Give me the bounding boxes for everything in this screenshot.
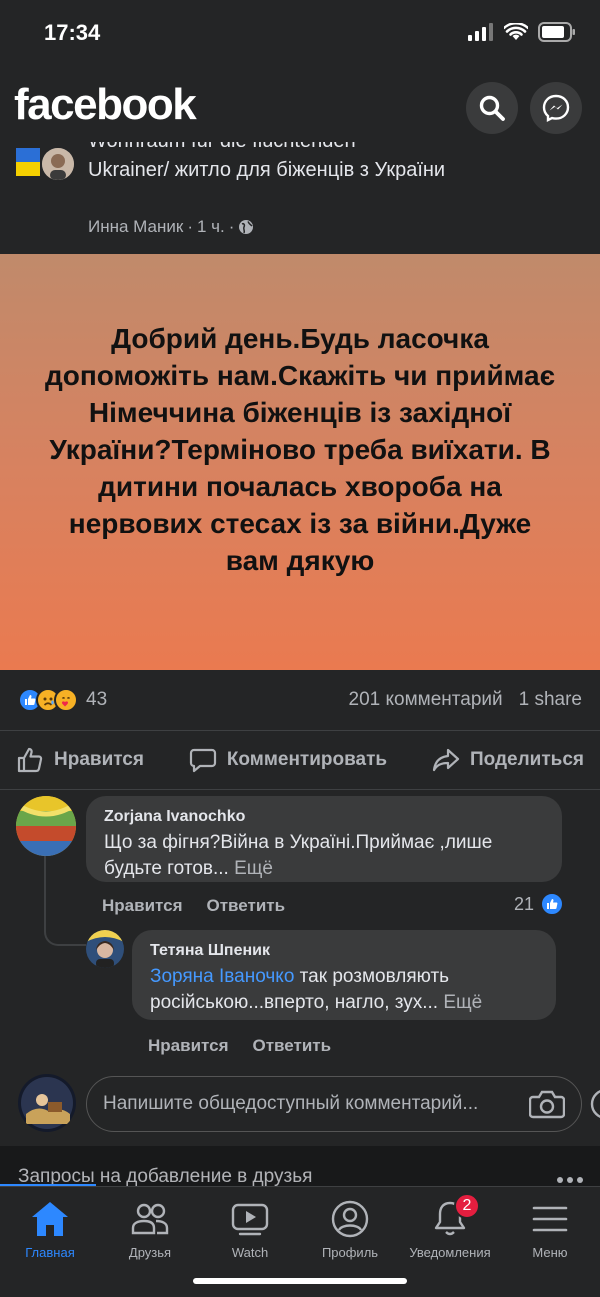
my-avatar[interactable] (18, 1074, 76, 1132)
post-background[interactable]: Добрий день.Будь ласочка допоможіть нам.… (0, 254, 600, 670)
mention-link[interactable]: Зоряна Іваночко (150, 966, 294, 987)
tab-label: Уведомления (409, 1245, 491, 1260)
globe-icon (239, 220, 254, 234)
comment-like-button[interactable]: Нравится (102, 896, 183, 916)
tab-profile[interactable]: Профиль (300, 1199, 400, 1260)
comment-input[interactable]: Напишите общедоступный комментарий... (86, 1076, 582, 1132)
tab-label: Watch (231, 1245, 269, 1260)
camera-icon[interactable] (529, 1089, 565, 1119)
comment-bubble-icon (189, 748, 216, 773)
comment-reply-button[interactable]: Ответить (207, 896, 286, 916)
meta-separator: · (228, 217, 235, 236)
reaction-icons[interactable] (18, 688, 78, 712)
tab-notifications[interactable]: 2 Уведомления (400, 1193, 500, 1260)
comment-text: Що за фігня?Війна в Україні.Приймає ,лиш… (104, 830, 544, 882)
home-indicator[interactable] (193, 1278, 407, 1284)
watch-icon (231, 1203, 269, 1236)
emoji-icon[interactable] (590, 1088, 600, 1120)
tab-friends[interactable]: Друзья (100, 1199, 200, 1260)
tab-watch[interactable]: Watch (200, 1199, 300, 1260)
search-button[interactable] (466, 82, 518, 134)
battery-icon (538, 22, 575, 42)
care-reaction-icon (54, 688, 78, 712)
friend-requests-section: Запросы на добавление в друзья (0, 1146, 600, 1187)
reply-thread-line (44, 850, 86, 946)
post-actions: Нравится Комментировать Поделиться (0, 730, 600, 790)
see-more-link[interactable]: Ещё (234, 858, 273, 879)
signal-icon (468, 23, 493, 41)
wifi-icon (504, 23, 528, 40)
comment-actions: Нравится Ответить (102, 896, 285, 916)
tab-label: Меню (532, 1245, 568, 1260)
comment-author-name[interactable]: Zorjana Ivanochko (104, 808, 544, 826)
comment-like-count[interactable]: 21 (514, 892, 565, 916)
tab-home[interactable]: Главная (0, 1199, 100, 1260)
reply-reply-button[interactable]: Ответить (253, 1036, 332, 1056)
commenter-avatar[interactable] (16, 796, 76, 856)
meta-separator: · (187, 217, 193, 236)
messenger-icon (542, 94, 570, 122)
tab-menu[interactable]: Меню (500, 1199, 600, 1260)
comment-button[interactable]: Комментировать (189, 746, 387, 774)
like-label: Нравится (54, 749, 144, 770)
friends-icon (131, 1203, 169, 1235)
post-stats: 43 201 комментарий 1 share (0, 670, 600, 730)
reply-author-name[interactable]: Тетяна Шпеник (150, 942, 538, 960)
profile-icon (331, 1200, 369, 1238)
feed-post: Wohnraum für die flüchtenden Ukrainer/ ж… (0, 142, 600, 1210)
thumbs-up-icon (17, 747, 43, 773)
reply-avatar[interactable] (86, 930, 124, 968)
status-time: 17:34 (44, 20, 101, 45)
comment-input-placeholder: Напишите общедоступный комментарий... (103, 1093, 479, 1114)
like-reaction-icon (540, 892, 565, 916)
comments-count[interactable]: 201 комментарий (349, 689, 503, 711)
comment-label: Комментировать (226, 749, 388, 770)
shares-count[interactable]: 1 share (519, 689, 582, 711)
tab-label: Главная (25, 1245, 75, 1260)
author-avatar[interactable] (40, 146, 76, 182)
post-body-text: Добрий день.Будь ласочка допоможіть нам.… (44, 322, 556, 576)
more-options-icon[interactable] (556, 1176, 584, 1184)
share-label: Поделиться (469, 749, 584, 770)
comment-likes-number: 21 (514, 893, 535, 914)
post-header: Wohnraum für die flüchtenden Ukrainer/ ж… (0, 142, 600, 254)
app-header: facebook (0, 70, 600, 142)
tab-label: Профиль (321, 1245, 379, 1260)
reply-like-button[interactable]: Нравится (148, 1036, 229, 1056)
notification-badge: 2 (454, 1193, 480, 1219)
reply-text: Зоряна Іваночко так розмовляють російськ… (150, 964, 538, 1016)
tab-label: Друзья (128, 1245, 172, 1260)
see-more-link[interactable]: Ещё (443, 992, 482, 1013)
status-bar: 17:34 (0, 0, 600, 70)
reply-bubble[interactable]: Тетяна Шпеник Зоряна Іваночко так розмов… (132, 930, 556, 1020)
share-button[interactable]: Поделиться (432, 746, 584, 774)
post-author-name[interactable]: Инна Маник (88, 217, 183, 237)
post-group-title-cut[interactable]: Wohnraum für die flüchtenden (88, 142, 356, 153)
post-stats-right: 201 комментарий 1 share (349, 689, 582, 711)
comment-body: Що за фігня?Війна в Україні.Приймає ,лиш… (104, 832, 493, 879)
share-arrow-icon (432, 748, 460, 772)
post-group-title[interactable]: Ukrainer/ житло для біженців з України (88, 156, 558, 185)
home-icon (32, 1202, 68, 1236)
post-time[interactable]: 1 ч. (197, 217, 225, 237)
comment-bubble[interactable]: Zorjana Ivanochko Що за фігня?Війна в Ук… (86, 796, 562, 882)
facebook-logo[interactable]: facebook (14, 80, 197, 130)
messenger-button[interactable] (530, 82, 582, 134)
group-flag-avatar[interactable] (16, 148, 40, 176)
post-meta: Инна Маник · 1 ч. · (88, 217, 254, 237)
status-icons (468, 22, 576, 42)
comment-composer: Напишите общедоступный комментарий... (0, 1070, 600, 1146)
like-button[interactable]: Нравится (16, 746, 144, 774)
menu-icon (532, 1206, 568, 1232)
search-icon (479, 95, 505, 121)
reply-actions: Нравится Ответить (148, 1036, 331, 1056)
reaction-count[interactable]: 43 (86, 689, 107, 711)
